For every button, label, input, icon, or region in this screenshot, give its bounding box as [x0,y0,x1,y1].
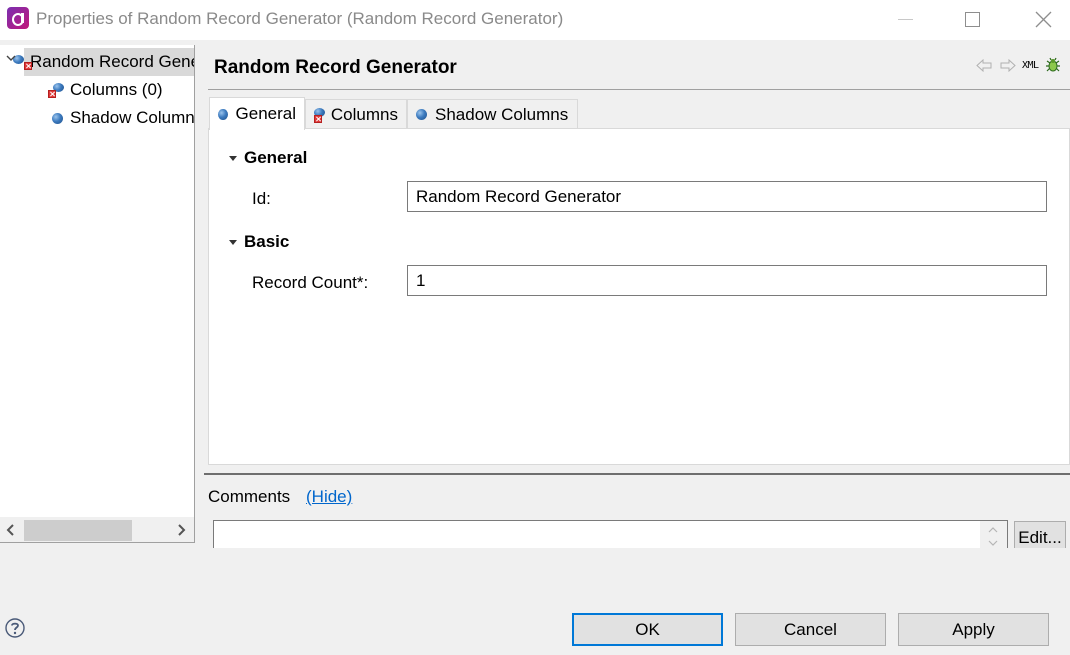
tab-shadow-columns[interactable]: Shadow Columns [407,99,578,129]
section-title: General [244,148,308,167]
close-icon [1035,11,1051,27]
apply-button[interactable]: Apply [898,613,1049,646]
tree-item-root[interactable]: Random Record Generator [13,48,194,76]
section-basic[interactable]: Basic [229,232,289,252]
comments-scrollbar[interactable] [980,521,1007,548]
section-general[interactable]: General [229,148,307,168]
tab-label: Shadow Columns [435,104,569,124]
chevron-left-icon [6,523,14,536]
component-icon [416,109,427,120]
tree-item-label: Random Record Generator [30,52,194,71]
component-icon [218,108,228,120]
component-error-icon [313,107,325,123]
section-title: Basic [244,232,290,251]
scroll-right-button[interactable] [170,517,192,542]
tree-item-columns[interactable]: Columns (0) [48,76,163,104]
maximize-icon [964,11,980,27]
scroll-left-button[interactable] [0,517,22,542]
hide-comments-link[interactable]: (Hide) [306,487,352,507]
comments-textarea[interactable] [214,521,979,548]
horizontal-scrollbar[interactable] [0,517,194,542]
tab-label: Columns [330,104,398,124]
page-title: Random Record Generator [214,57,457,78]
tree-item-label: Shadow Columns [70,108,195,127]
arrow-left-icon [976,58,992,72]
back-button[interactable] [976,56,993,74]
edit-comments-button[interactable]: Edit... [1014,521,1066,548]
comments-field [213,520,1008,548]
tab-columns[interactable]: Columns [305,99,407,129]
maximize-button[interactable] [942,0,1002,38]
comments-divider [204,473,1070,475]
comments-label: Comments [208,487,291,506]
window-title: Properties of Random Record Generator (R… [36,9,564,28]
id-label: Id: [252,189,271,208]
record-count-label: Record Count*: [252,273,369,292]
tree-item-shadow-columns[interactable]: Shadow Columns [52,104,195,132]
outline-tree: Random Record Generator Columns (0) Shad… [0,45,195,543]
chevron-down-icon[interactable] [4,51,18,65]
chevron-up-icon[interactable] [988,526,998,534]
app-logo-icon [7,7,29,29]
tab-general[interactable]: General [209,97,305,130]
component-icon [52,112,63,124]
title-toolbar: XML [976,55,1061,75]
chevron-down-icon[interactable] [988,539,998,547]
tree-item-label: Columns (0) [70,80,163,99]
comments-clip [200,548,1070,558]
record-count-input[interactable] [407,265,1047,296]
id-input[interactable] [407,181,1047,212]
close-button[interactable] [1013,0,1070,38]
expand-triangle-icon [229,155,237,161]
header-divider [208,89,1070,90]
help-icon[interactable] [5,618,25,638]
minimize-icon [897,18,913,20]
tab-label: General [235,104,296,123]
component-error-icon [48,82,64,98]
general-tab-panel: General Id: Basic Record Count*: [208,128,1070,465]
scroll-thumb[interactable] [24,520,132,541]
arrow-right-icon [1000,58,1016,72]
title-bar: Properties of Random Record Generator (R… [0,0,1070,40]
chevron-right-icon [178,523,186,536]
xml-button[interactable]: XML [1022,56,1039,74]
minimize-button[interactable] [875,0,935,38]
ok-button[interactable]: OK [572,613,723,646]
expand-triangle-icon [229,239,237,245]
forward-button[interactable] [999,56,1016,74]
cancel-button[interactable]: Cancel [735,613,886,646]
debug-button[interactable] [1045,56,1061,74]
bug-icon [1045,57,1060,72]
